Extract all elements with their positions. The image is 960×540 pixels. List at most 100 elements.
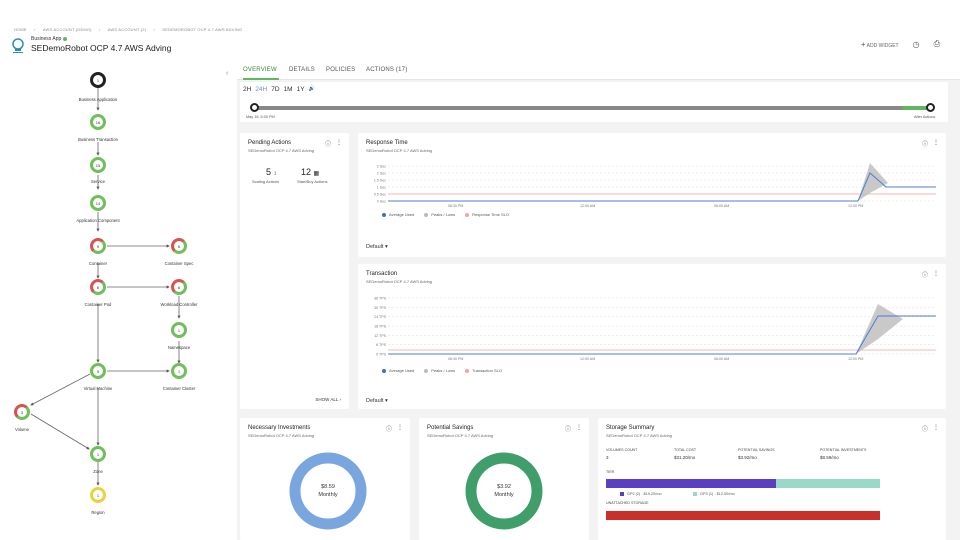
y-tick-label: 0 TPS [376, 353, 387, 357]
tab-details[interactable]: DETAILS [289, 67, 315, 73]
node-container-pod[interactable]: 6 [90, 279, 106, 295]
breadcrumb-current: SEDEMOROBOT OCP 4.7 AWS ADVING [162, 27, 243, 32]
node-application-component[interactable]: 14 [90, 195, 106, 211]
range-7d[interactable]: 7D [271, 86, 279, 93]
unattached-storage-bar[interactable] [606, 511, 880, 520]
tab-bar: OVERVIEW DETAILS POLICIES ACTIONS (17) [237, 62, 960, 80]
business-app-icon [12, 38, 24, 53]
node-container[interactable]: 9 [90, 238, 106, 254]
legend-average: Average Used [382, 212, 414, 217]
breadcrumb-home[interactable]: HOME [14, 27, 27, 32]
chart-view-dropdown[interactable]: Default ▾ [366, 398, 388, 404]
node-label-region: Region [91, 510, 105, 515]
y-tick-label: 1 Sec [377, 186, 386, 190]
y-tick-label: 6 TPS [376, 343, 387, 347]
node-namespace[interactable]: 1 [171, 322, 187, 338]
print-icon[interactable]: ⎙ [934, 39, 940, 49]
tier-bar[interactable] [606, 479, 880, 488]
breadcrumb-sep-icon: › [34, 27, 36, 32]
card-title: Pending Actions [248, 140, 292, 146]
speaker-icon[interactable]: 🔊 [309, 86, 315, 93]
add-widget-button[interactable]: + ADD WIDGET [861, 40, 899, 49]
breadcrumb-aws-demo[interactable]: AWS ACCOUNT (DEMO) [43, 27, 92, 32]
x-tick-label: 12:00 AM [580, 204, 595, 208]
node-label-container: Container [88, 261, 108, 266]
node-workload-controller[interactable]: 6 [171, 279, 187, 295]
timeline-end-label: After Actions [914, 115, 936, 119]
tier-legend-gp2: GP2 (2) - $19.20/mo [620, 492, 662, 496]
chart-legend: Average Used Peaks / Lows Response Time … [382, 212, 509, 217]
y-tick-label: 12 TPS [374, 334, 387, 338]
x-tick-label: 06:30 PM [448, 357, 463, 361]
x-tick-label: 06:30 PM [448, 204, 463, 208]
potential-savings-card: Potential Savings SEDemoRobot OCP 4.7 AW… [419, 418, 589, 540]
range-1m[interactable]: 1M [284, 86, 293, 93]
scaling-actions-label: Scaling Actions [252, 179, 280, 184]
tier-gp3-segment[interactable] [775, 479, 880, 488]
y-tick-label: 18 TPS [374, 325, 387, 329]
timeline-track[interactable] [254, 106, 930, 110]
x-tick-label: 12:00 PM [848, 204, 863, 208]
node-region[interactable]: 1 [90, 487, 106, 503]
timeline-start-handle[interactable] [250, 103, 259, 112]
necessary-investments-card: Necessary Investments SEDemoRobot OCP 4.… [240, 418, 410, 540]
node-service[interactable]: 15 [90, 157, 106, 173]
transaction-chart: 36 TPS 30 TPS 24 TPS 18 TPS 12 TPS 6 TPS 0 TPS… [374, 297, 936, 361]
tab-actions[interactable]: ACTIONS (17) [366, 67, 407, 73]
node-label-business-transaction: Business Transaction [78, 137, 118, 142]
more-menu-icon[interactable]: ⋮ [336, 139, 342, 148]
chart-view-dropdown[interactable]: Default ▾ [366, 244, 388, 250]
breadcrumb: HOME › AWS ACCOUNT (DEMO) › AWS ACCOUNT … [14, 27, 248, 32]
card-subtitle: SEDemoRobot OCP 4.7 AWS Adving [606, 433, 673, 438]
potential-savings-header: POTENTIAL SAVINGS [738, 448, 775, 452]
node-label-container-pod: Container Pod [84, 302, 112, 307]
node-virtual-machine[interactable]: 5 [90, 363, 106, 379]
storage-summary-card: Storage Summary SEDemoRobot OCP 4.7 AWS … [598, 418, 946, 540]
range-24h[interactable]: 24H [255, 86, 267, 93]
scaling-actions-count: 5 ↕ [266, 167, 277, 177]
node-label-service: Service [91, 179, 105, 184]
breadcrumb-aws-2[interactable]: AWS ACCOUNT (2) [108, 27, 147, 32]
timeline-end-handle[interactable] [926, 103, 935, 112]
potential-savings-value: $3.92/mo [738, 455, 757, 460]
x-tick-label: 06:00 AM [714, 204, 729, 208]
help-icon[interactable]: ⓘ [325, 139, 331, 148]
x-tick-label: 12:00 AM [580, 357, 595, 361]
y-tick-label: 2 Sec [377, 172, 386, 176]
tab-overview[interactable]: OVERVIEW [243, 67, 277, 73]
main-content: OVERVIEW DETAILS POLICIES ACTIONS (17) 2… [237, 62, 960, 540]
startbuy-actions-label: Start/Buy Actions [297, 179, 328, 184]
response-time-card: Response Time SEDemoRobot OCP 4.7 AWS Ad… [358, 133, 946, 257]
show-all-link[interactable]: SHOW ALL › [315, 397, 341, 402]
timeline-start-label: May 18, 6:00 PM [246, 115, 275, 119]
y-tick-label: 30 TPS [374, 306, 387, 310]
node-business-application[interactable]: 1 [90, 72, 106, 88]
node-label-container-cluster: Container Cluster [162, 386, 196, 391]
y-tick-label: 0 Sec [377, 200, 386, 204]
donut-value: $8.59 Monthly [318, 484, 338, 498]
potential-investments-value: $8.59/mo [820, 455, 839, 460]
total-cost-header: TOTAL COST [674, 448, 697, 452]
node-label-namespace: Namespace [167, 345, 191, 350]
scaling-icon: ↕ [273, 171, 277, 177]
node-business-transaction[interactable]: 16 [90, 114, 106, 130]
collapse-panel-icon[interactable]: ‹ [226, 70, 228, 77]
startbuy-actions-count: 12 ▦ [301, 167, 320, 177]
help-icon[interactable]: ⓘ [922, 424, 928, 433]
supply-chain-edges [30, 88, 181, 486]
range-1y[interactable]: 1Y [297, 86, 305, 93]
node-container-spec[interactable]: 6 [171, 238, 187, 254]
history-icon[interactable]: ◷ [913, 40, 920, 49]
node-container-cluster[interactable]: 1 [171, 363, 187, 379]
response-time-chart: 2 Sec 2 Sec 1.5 Sec 1 Sec 0.5 Sec 0 Sec 06:30 … [374, 163, 936, 208]
tier-legend-gp3: GP3 (1) - $12.00/mo [693, 492, 735, 496]
node-zone[interactable]: 1 [90, 446, 106, 462]
tier-gp2-segment[interactable] [606, 479, 776, 488]
x-tick-label: 12:00 PM [848, 357, 863, 361]
node-volume[interactable]: 3 [14, 404, 30, 420]
tier-label: TIER [606, 470, 615, 474]
more-menu-icon[interactable]: ⋮ [933, 424, 939, 433]
range-2h[interactable]: 2H [243, 86, 251, 93]
tab-policies[interactable]: POLICIES [326, 67, 355, 73]
node-label-zone: Zone [93, 469, 103, 474]
